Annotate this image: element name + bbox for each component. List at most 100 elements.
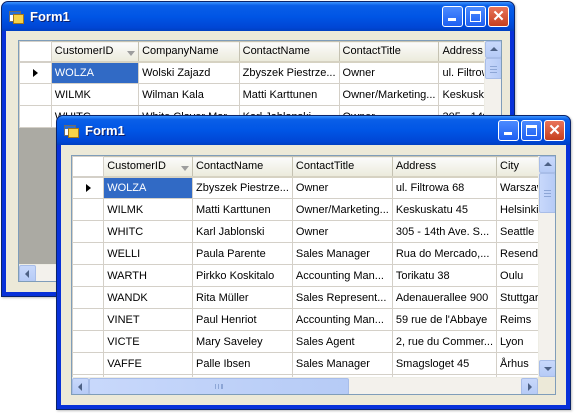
vertical-scroll-thumb[interactable]: [539, 173, 555, 213]
table-cell[interactable]: 59 rue de l'Abbaye: [391, 308, 498, 331]
table-cell[interactable]: Matti Karttunen: [191, 198, 293, 221]
column-header-contactname[interactable]: ContactName: [191, 156, 293, 178]
column-header-customerid[interactable]: CustomerID: [103, 156, 193, 178]
table-cell[interactable]: Rua do Mercado,...: [391, 242, 498, 265]
table-cell[interactable]: Keskuskatu 45: [391, 198, 498, 221]
table-cell[interactable]: VAFFE: [103, 352, 193, 375]
table-cell[interactable]: Palle Ibsen: [191, 352, 293, 375]
table-row[interactable]: WOLZA Wolski Zajazd Zbyszek Piestrze... …: [19, 61, 501, 84]
row-header[interactable]: [72, 264, 105, 287]
table-row[interactable]: WARTH Pirkko Koskitalo Accounting Man... To…: [72, 264, 555, 287]
table-cell[interactable]: Owner/Marketing...: [338, 83, 440, 106]
front-vertical-scrollbar[interactable]: [538, 156, 555, 377]
front-form-window[interactable]: Form1 ✕ CustomerID ContactName ContactTi…: [56, 115, 571, 410]
front-form-titlebar[interactable]: Form1 ✕: [57, 116, 570, 145]
table-cell[interactable]: VINET: [103, 308, 193, 331]
table-cell[interactable]: WOLZA: [103, 176, 193, 199]
row-header[interactable]: [19, 61, 52, 84]
table-cell[interactable]: Wilman Kala: [138, 83, 240, 106]
row-header[interactable]: [72, 176, 105, 199]
grid-corner-header[interactable]: [72, 156, 105, 178]
scroll-right-button[interactable]: [521, 378, 538, 394]
table-row[interactable]: WHITC Karl Jablonski Owner 305 - 14th Ave. …: [72, 220, 555, 243]
row-header[interactable]: [72, 242, 105, 265]
table-cell[interactable]: Sales Manager: [291, 352, 393, 375]
row-header[interactable]: [72, 330, 105, 353]
table-cell[interactable]: Adenauerallee 900: [391, 286, 498, 309]
row-header[interactable]: [72, 308, 105, 331]
row-header[interactable]: [72, 220, 105, 243]
table-cell[interactable]: Smagsloget 45: [391, 352, 498, 375]
row-header[interactable]: [19, 105, 52, 128]
close-button[interactable]: ✕: [544, 120, 565, 141]
minimize-button[interactable]: [442, 6, 463, 27]
table-row[interactable]: VAFFE Palle Ibsen Sales Manager Smagsloget …: [72, 352, 555, 375]
table-row[interactable]: VICTE Mary Saveley Sales Agent 2, rue du Co…: [72, 330, 555, 353]
maximize-button[interactable]: [521, 120, 542, 141]
scroll-down-button[interactable]: [539, 360, 555, 377]
scrollbar-corner: [538, 377, 555, 394]
table-cell[interactable]: WILMK: [103, 198, 193, 221]
table-row[interactable]: WOLZA Zbyszek Piestrze... Owner ul. Filtrow…: [72, 176, 555, 199]
scroll-up-button[interactable]: [539, 156, 555, 173]
column-header-contacttitle[interactable]: ContactTitle: [338, 41, 440, 63]
grip-icon: [215, 384, 223, 389]
row-header[interactable]: [72, 198, 105, 221]
column-header-companyname[interactable]: CompanyName: [138, 41, 240, 63]
column-header-contactname[interactable]: ContactName: [238, 41, 340, 63]
table-cell[interactable]: Pirkko Koskitalo: [191, 264, 293, 287]
table-cell[interactable]: Sales Represent...: [291, 286, 393, 309]
table-cell[interactable]: Rita Müller: [191, 286, 293, 309]
back-form-titlebar[interactable]: Form1 ✕: [2, 2, 514, 31]
table-cell[interactable]: Accounting Man...: [291, 308, 393, 331]
row-header[interactable]: [72, 286, 105, 309]
column-header-customerid[interactable]: CustomerID: [50, 41, 140, 63]
table-cell[interactable]: Matti Karttunen: [238, 83, 340, 106]
table-cell[interactable]: ul. Filtrowa 68: [391, 176, 498, 199]
table-row[interactable]: WILMK Matti Karttunen Owner/Marketing... Ke…: [72, 198, 555, 221]
table-cell[interactable]: Sales Agent: [291, 330, 393, 353]
scroll-up-button[interactable]: [485, 41, 501, 58]
table-cell[interactable]: Owner: [291, 220, 393, 243]
column-header-contacttitle[interactable]: ContactTitle: [291, 156, 393, 178]
row-header[interactable]: [19, 83, 52, 106]
front-datagridview[interactable]: CustomerID ContactName ContactTitle Addr…: [71, 155, 556, 395]
scroll-left-button[interactable]: [19, 265, 36, 281]
table-cell[interactable]: Mary Saveley: [191, 330, 293, 353]
table-row[interactable]: VINET Paul Henriot Accounting Man... 59 rue…: [72, 308, 555, 331]
table-cell[interactable]: WHITC: [103, 220, 193, 243]
column-header-address[interactable]: Address: [391, 156, 498, 178]
close-button[interactable]: ✕: [488, 6, 509, 27]
table-cell[interactable]: Accounting Man...: [291, 264, 393, 287]
grid-corner-header[interactable]: [19, 41, 52, 63]
row-header[interactable]: [72, 352, 105, 375]
table-cell[interactable]: 2, rue du Commer...: [391, 330, 498, 353]
front-horizontal-scrollbar[interactable]: [72, 377, 538, 394]
table-cell[interactable]: Paul Henriot: [191, 308, 293, 331]
table-cell[interactable]: WOLZA: [50, 61, 140, 84]
table-cell[interactable]: WILMK: [50, 83, 140, 106]
vertical-scroll-thumb[interactable]: [485, 58, 501, 79]
table-cell[interactable]: Zbyszek Piestrze...: [238, 61, 340, 84]
table-cell[interactable]: WARTH: [103, 264, 193, 287]
table-cell[interactable]: VICTE: [103, 330, 193, 353]
table-cell[interactable]: Owner: [338, 61, 440, 84]
table-cell[interactable]: Owner: [291, 176, 393, 199]
horizontal-scroll-thumb[interactable]: [89, 378, 349, 394]
minimize-button[interactable]: [498, 120, 519, 141]
scroll-left-button[interactable]: [72, 378, 89, 394]
table-cell[interactable]: Wolski Zajazd: [138, 61, 240, 84]
table-cell[interactable]: WELLI: [103, 242, 193, 265]
table-cell[interactable]: WANDK: [103, 286, 193, 309]
table-cell[interactable]: Paula Parente: [191, 242, 293, 265]
table-cell[interactable]: Zbyszek Piestrze...: [191, 176, 293, 199]
table-cell[interactable]: Karl Jablonski: [191, 220, 293, 243]
maximize-button[interactable]: [465, 6, 486, 27]
table-row[interactable]: WANDK Rita Müller Sales Represent... Adenau…: [72, 286, 555, 309]
table-cell[interactable]: Torikatu 38: [391, 264, 498, 287]
table-row[interactable]: WILMK Wilman Kala Matti Karttunen Owner/…: [19, 83, 501, 106]
table-cell[interactable]: 305 - 14th Ave. S...: [391, 220, 498, 243]
table-cell[interactable]: Owner/Marketing...: [291, 198, 393, 221]
table-row[interactable]: WELLI Paula Parente Sales Manager Rua do Me…: [72, 242, 555, 265]
table-cell[interactable]: Sales Manager: [291, 242, 393, 265]
